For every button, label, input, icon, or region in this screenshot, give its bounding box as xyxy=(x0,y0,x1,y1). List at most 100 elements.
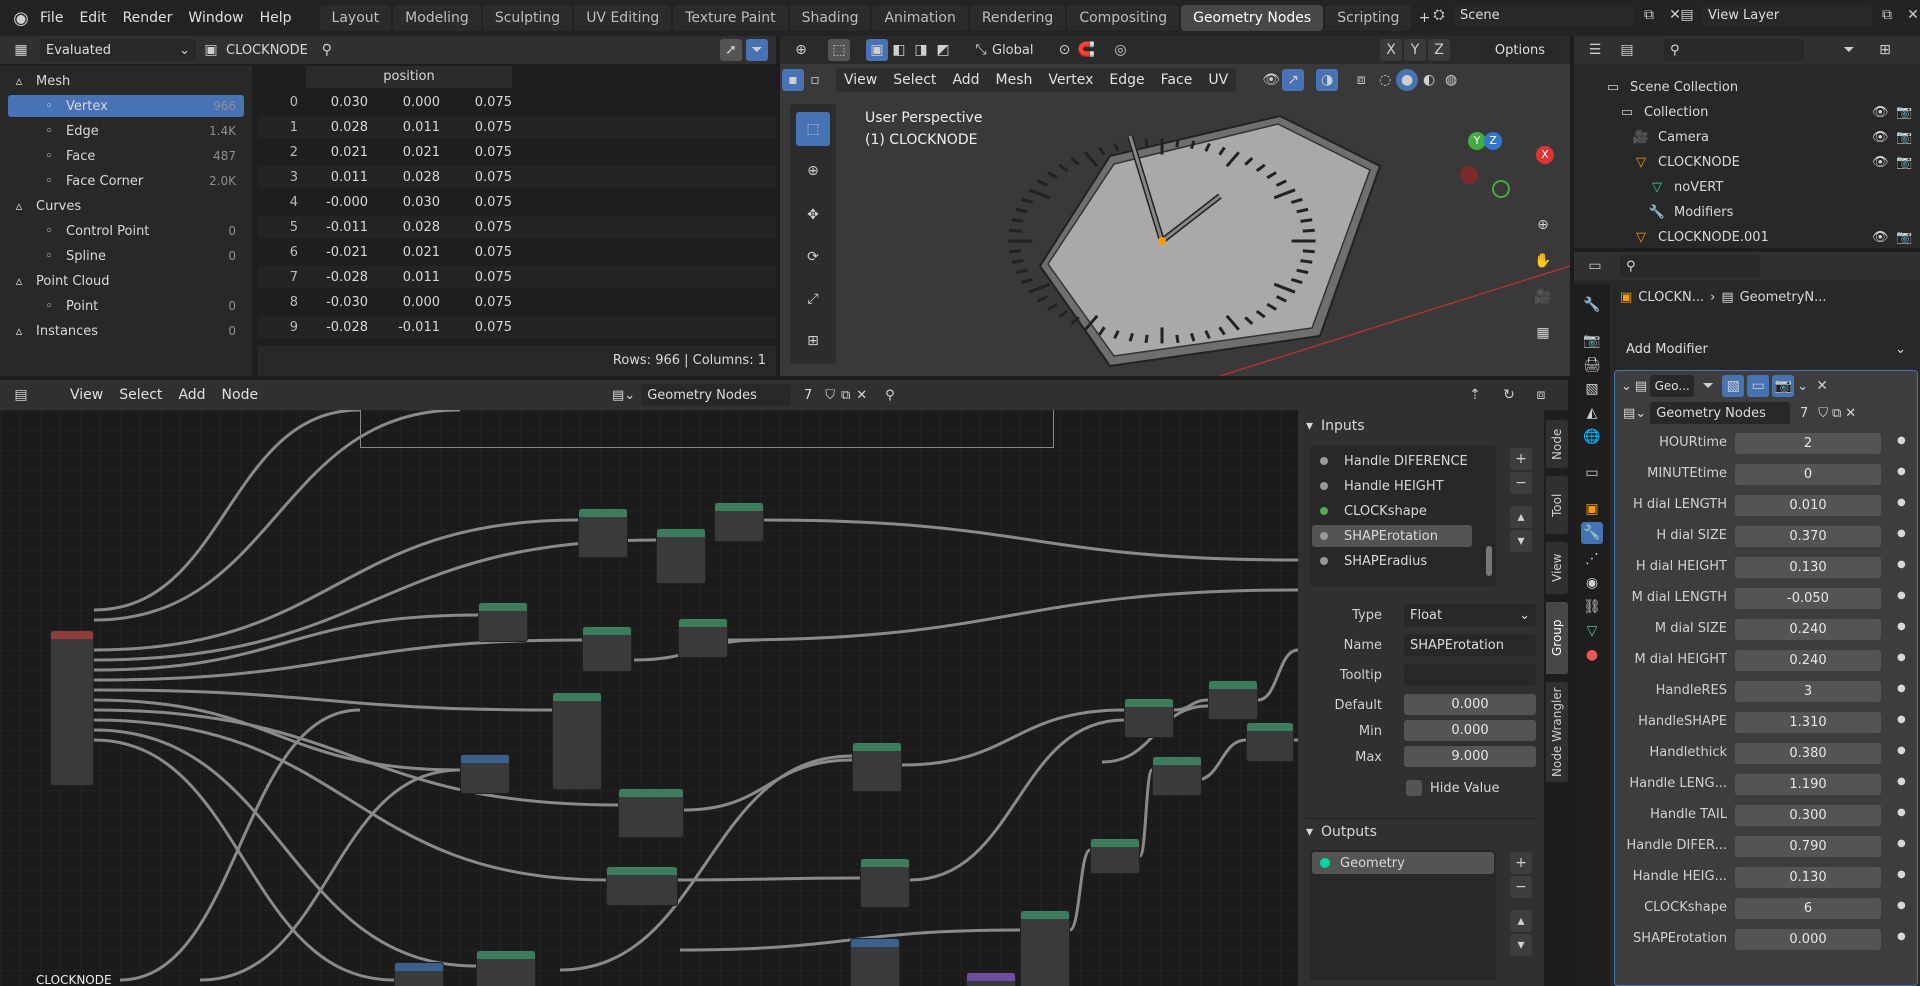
param-field[interactable]: 0.130 xyxy=(1735,557,1881,578)
delete-view-layer-icon[interactable]: ✕ xyxy=(1902,4,1920,26)
duplicate-icon[interactable]: ⧉ xyxy=(841,388,850,403)
sidebar-tab-node-wrangler[interactable]: Node Wrangler xyxy=(1546,682,1568,782)
visibility-icon[interactable]: 👁 xyxy=(1872,230,1889,245)
keyframe-dot-icon[interactable]: ● xyxy=(1897,745,1906,756)
graph-node[interactable] xyxy=(1246,722,1294,762)
particles-tab-icon[interactable]: ⋰ xyxy=(1581,548,1603,570)
data-set-point[interactable]: ◦ Point 0 xyxy=(8,295,244,317)
name-field[interactable]: SHAPErotation xyxy=(1404,634,1536,656)
outliner-item[interactable]: ▽ CLOCKNODE 👁 📷 xyxy=(1630,151,1912,173)
copy-view-layer-icon[interactable]: ⧉ xyxy=(1876,4,1898,26)
remove-output-icon[interactable]: − xyxy=(1510,876,1532,898)
visibility-icon[interactable]: 👁 xyxy=(1872,130,1889,145)
physics-tab-icon[interactable]: ◉ xyxy=(1581,572,1603,594)
outliner-item[interactable]: ▭ Collection 👁 📷 xyxy=(1616,101,1912,123)
workspace-tab[interactable]: Scripting xyxy=(1325,5,1412,31)
keyframe-dot-icon[interactable]: ● xyxy=(1897,590,1906,601)
input-item[interactable]: Handle DIFERENCE xyxy=(1312,450,1472,472)
keyframe-dot-icon[interactable]: ● xyxy=(1897,559,1906,570)
node-menu-select[interactable]: Select xyxy=(111,381,170,409)
param-field[interactable]: 0.240 xyxy=(1735,619,1881,640)
filter-icon[interactable]: ⏷ xyxy=(1838,39,1860,61)
graph-node[interactable] xyxy=(1152,756,1202,796)
workspace-tab[interactable]: Animation xyxy=(872,5,968,31)
menu-edit[interactable]: Edit xyxy=(71,0,114,36)
type-dropdown[interactable]: Float ⌄ xyxy=(1404,604,1536,626)
param-field[interactable]: 0.010 xyxy=(1735,495,1881,516)
keyframe-dot-icon[interactable]: ● xyxy=(1897,900,1906,911)
workspace-tab[interactable]: Modeling xyxy=(393,5,481,31)
view-layer-tab-icon[interactable]: ▧ xyxy=(1581,378,1603,400)
outliner-item[interactable]: 🔧 Modifiers xyxy=(1646,201,1904,223)
graph-node[interactable] xyxy=(1124,698,1174,738)
graph-node[interactable] xyxy=(618,788,684,838)
constraints-tab-icon[interactable]: ⛓ xyxy=(1581,596,1603,618)
scene-tab-icon[interactable]: ◭ xyxy=(1581,402,1603,424)
gizmo-x-axis[interactable]: X xyxy=(1536,146,1554,164)
gizmo-neg-y[interactable] xyxy=(1492,180,1510,198)
output-tab-icon[interactable]: 🖨 xyxy=(1581,354,1603,376)
graph-node[interactable] xyxy=(850,938,900,986)
keyframe-dot-icon[interactable]: ● xyxy=(1897,621,1906,632)
keyframe-dot-icon[interactable]: ● xyxy=(1897,776,1906,787)
menu-help[interactable]: Help xyxy=(252,0,300,36)
properties-search[interactable]: ⚲ xyxy=(1620,255,1760,277)
move-down-icon[interactable]: ▾ xyxy=(1510,530,1532,552)
node-editor-type-icon[interactable]: ▤ xyxy=(10,384,32,406)
outliner-item[interactable]: ▽ noVERT xyxy=(1646,176,1904,198)
ortho-grid-icon[interactable]: ▦ xyxy=(1532,322,1554,344)
edit-mode-icon[interactable]: ⏷ xyxy=(1697,375,1719,397)
visibility-icon[interactable]: 👁 xyxy=(1872,105,1889,120)
input-item[interactable]: SHAPErotation xyxy=(1312,525,1472,547)
param-field[interactable]: 0.380 xyxy=(1735,743,1881,764)
unlink-icon[interactable]: ✕ xyxy=(1845,406,1856,421)
move-up-icon[interactable]: ▴ xyxy=(1510,506,1532,528)
fake-user-icon[interactable]: ⛉ xyxy=(1818,406,1828,421)
keyframe-dot-icon[interactable]: ● xyxy=(1897,528,1906,539)
node-canvas[interactable]: CLOCKNODE xyxy=(0,410,1298,986)
display-mode-icon[interactable]: ▤ xyxy=(1616,39,1638,61)
input-item[interactable]: Handle HEIGHT xyxy=(1312,475,1472,497)
keyframe-dot-icon[interactable]: ● xyxy=(1897,838,1906,849)
pan-hand-icon[interactable]: ✋ xyxy=(1532,250,1554,272)
inputs-panel-header[interactable]: ▾ Inputs xyxy=(1306,414,1536,438)
data-set-face-corner[interactable]: ◦ Face Corner 2.0K xyxy=(8,170,244,192)
param-field[interactable]: 1.310 xyxy=(1735,712,1881,733)
render-camera-icon[interactable]: 📷 xyxy=(1896,130,1912,145)
data-set-vertex[interactable]: ◦ Vertex 966 xyxy=(8,95,244,117)
keyframe-dot-icon[interactable]: ● xyxy=(1897,869,1906,880)
zoom-icon[interactable]: ⊕ xyxy=(1532,214,1554,236)
object-tab-icon[interactable]: ▣ xyxy=(1581,498,1603,520)
param-field[interactable]: 0.000 xyxy=(1735,929,1881,950)
param-field[interactable]: 0.240 xyxy=(1735,650,1881,671)
scene-icon[interactable]: ⛭ xyxy=(1428,4,1450,26)
keyframe-dot-icon[interactable]: ● xyxy=(1897,497,1906,508)
param-field[interactable]: -0.050 xyxy=(1735,588,1881,609)
data-set-mesh[interactable]: ▵ Mesh xyxy=(0,70,244,92)
list-scrollbar[interactable] xyxy=(1486,546,1492,576)
gizmo-z-axis[interactable]: Z xyxy=(1484,132,1502,150)
graph-node[interactable] xyxy=(582,626,632,672)
frame-node[interactable] xyxy=(360,410,1054,448)
duplicate-icon[interactable]: ⧉ xyxy=(1832,406,1841,421)
add-input-icon[interactable]: + xyxy=(1510,448,1532,470)
menu-window[interactable]: Window xyxy=(180,0,251,36)
output-item-geometry[interactable]: Geometry xyxy=(1312,852,1494,874)
data-set-control-point[interactable]: ◦ Control Point 0 xyxy=(8,220,244,242)
cage-icon[interactable]: ▧ xyxy=(1722,375,1745,397)
node-group-field[interactable]: Geometry Nodes xyxy=(1650,402,1791,424)
data-set-edge[interactable]: ◦ Edge 1.4K xyxy=(8,120,244,142)
keyframe-dot-icon[interactable]: ● xyxy=(1897,466,1906,477)
add-output-icon[interactable]: + xyxy=(1510,852,1532,874)
move-up-icon[interactable]: ▴ xyxy=(1510,910,1532,932)
node-editor[interactable]: ▤ View Select Add Node ▤⌄ Geometry Nodes 7 … xyxy=(0,380,1568,986)
keyframe-dot-icon[interactable]: ● xyxy=(1897,652,1906,663)
keyframe-dot-icon[interactable]: ● xyxy=(1897,807,1906,818)
graph-node[interactable] xyxy=(478,602,528,642)
param-field[interactable]: 0 xyxy=(1735,464,1881,485)
scene-field[interactable]: Scene xyxy=(1454,4,1634,26)
collection-tab-icon[interactable]: ▭ xyxy=(1581,462,1603,484)
default-field[interactable]: 0.000 xyxy=(1404,694,1536,715)
workspace-tab[interactable]: Compositing xyxy=(1067,5,1180,31)
parent-node-tree-icon[interactable]: ⇡ xyxy=(1464,384,1486,406)
